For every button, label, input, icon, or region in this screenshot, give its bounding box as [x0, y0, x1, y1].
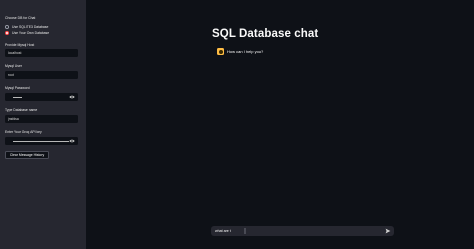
eye-icon[interactable]: [69, 139, 75, 143]
chat-message: How can I help you?: [217, 48, 263, 55]
password-mask: [13, 96, 22, 98]
host-input[interactable]: [5, 49, 78, 57]
radio-option-sqlite[interactable]: Use SQLITE3 Database: [5, 25, 48, 29]
chat-input-text: what are t: [215, 229, 231, 233]
chat-message-text: How can I help you?: [227, 49, 264, 54]
send-icon[interactable]: [385, 228, 391, 234]
eye-icon[interactable]: [69, 95, 75, 99]
database-label: Type Database name: [5, 108, 38, 112]
bot-face-icon: [218, 49, 223, 54]
user-label: Mysql User: [5, 64, 22, 68]
api-key-label: Enter Your Groq API key: [5, 130, 42, 134]
user-input[interactable]: [5, 71, 78, 79]
sidebar: Choose DB for Chat Use SQLITE3 Database …: [0, 0, 86, 249]
radio-button-own-db[interactable]: [5, 31, 9, 35]
bot-avatar-icon: [217, 48, 224, 55]
db-choice-label: Choose DB for Chat: [5, 16, 36, 20]
password-input[interactable]: [5, 93, 78, 101]
radio-option-own-db[interactable]: Use Your Own Database: [5, 31, 49, 35]
page-title: SQL Database chat: [212, 28, 319, 40]
chat-input[interactable]: what are t: [211, 226, 394, 236]
database-input[interactable]: [5, 115, 78, 123]
text-cursor-icon: [244, 228, 246, 234]
api-key-input[interactable]: [5, 137, 78, 145]
radio-label-own-db: Use Your Own Database: [12, 31, 50, 35]
radio-label-sqlite: Use SQLITE3 Database: [12, 25, 49, 29]
clear-history-button[interactable]: Clear Message History: [5, 151, 49, 159]
radio-button-sqlite[interactable]: [5, 25, 9, 29]
password-label: Mysql Password: [5, 86, 30, 90]
api-key-mask: [13, 140, 69, 142]
host-label: Provide Mysql Host: [5, 43, 35, 47]
